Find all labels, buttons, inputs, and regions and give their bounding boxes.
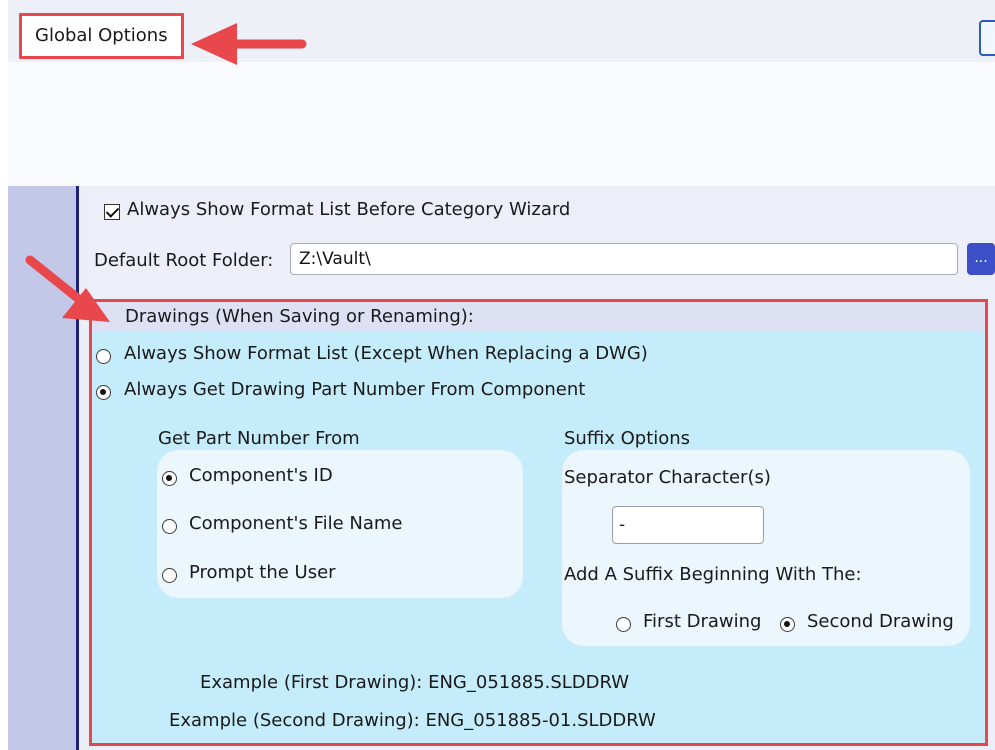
radio-always-show-format-list[interactable] xyxy=(96,346,111,365)
annotation-arrow-icon xyxy=(191,23,307,65)
separator-label: Separator Character(s) xyxy=(564,467,771,488)
get-part-number-option-label: Always Get Drawing Part Number From Comp… xyxy=(124,379,586,400)
radio-empty-icon[interactable] xyxy=(616,617,631,632)
radio-selected-icon[interactable] xyxy=(162,471,177,486)
suffix-begin-label: Add A Suffix Beginning With The: xyxy=(564,564,862,585)
default-root-folder-label: Default Root Folder: xyxy=(94,250,274,271)
radio-components-file-name[interactable] xyxy=(162,516,177,535)
suffix-options-heading: Suffix Options xyxy=(564,428,691,449)
radio-prompt-the-user[interactable] xyxy=(162,565,177,584)
tab-global-options[interactable]: Global Options xyxy=(19,13,184,59)
radio-empty-icon[interactable] xyxy=(162,568,177,583)
first-drawing-label: First Drawing xyxy=(643,611,762,632)
example-second-drawing: Example (Second Drawing): ENG_051885-01.… xyxy=(169,710,656,731)
separator-input[interactable]: - xyxy=(612,506,764,544)
radio-empty-icon[interactable] xyxy=(162,519,177,534)
part-number-heading: Get Part Number From xyxy=(158,428,360,449)
radio-get-part-number-from-component[interactable] xyxy=(96,382,111,401)
radio-selected-icon[interactable] xyxy=(96,385,111,400)
always-show-format-list-label: Always Show Format List Before Category … xyxy=(127,199,571,220)
always-show-format-list-option-label: Always Show Format List (Except When Rep… xyxy=(124,343,648,364)
second-drawing-label: Second Drawing xyxy=(807,611,954,632)
example-first-drawing: Example (First Drawing): ENG_051885.SLDD… xyxy=(200,672,630,693)
checkbox-checked-icon[interactable] xyxy=(104,203,120,220)
collapse-button[interactable] xyxy=(979,20,995,56)
radio-components-id[interactable] xyxy=(162,468,177,487)
default-root-folder-input[interactable]: Z:\Vault\ xyxy=(290,243,958,275)
prompt-the-user-label: Prompt the User xyxy=(189,562,336,583)
drawings-heading: Drawings (When Saving or Renaming): xyxy=(125,306,474,327)
components-file-name-label: Component's File Name xyxy=(189,513,403,534)
header-spacer xyxy=(8,62,995,186)
always-show-format-list-checkbox[interactable] xyxy=(104,201,120,220)
radio-first-drawing[interactable] xyxy=(616,614,631,633)
radio-empty-icon[interactable] xyxy=(96,349,111,364)
components-id-label: Component's ID xyxy=(189,465,333,486)
browse-button[interactable]: ... xyxy=(967,243,995,275)
radio-second-drawing[interactable] xyxy=(780,614,795,633)
annotation-arrow-icon xyxy=(25,255,110,322)
radio-selected-icon[interactable] xyxy=(780,617,795,632)
